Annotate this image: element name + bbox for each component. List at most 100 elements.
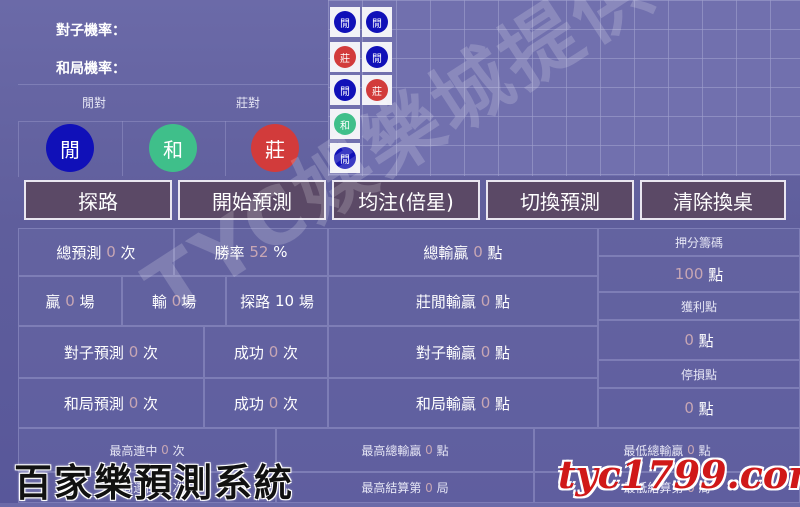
pair-predict-label: 對子預測: [63, 343, 124, 362]
banker-marker: 莊: [334, 46, 356, 68]
player-button[interactable]: 閒: [46, 124, 94, 172]
pair-win-loss-label: 對子輸贏: [415, 343, 476, 362]
times-unit: 次: [120, 243, 136, 262]
switch-predict-button[interactable]: 切換預測: [486, 180, 634, 220]
banker-player-label: 莊閒輸贏: [415, 292, 476, 311]
clear-table-button[interactable]: 清除換桌: [640, 180, 786, 220]
take-profit-label: 獲利點: [680, 299, 717, 314]
player-pair-label: 閒對: [82, 96, 107, 110]
times-unit: 次: [283, 394, 299, 413]
grid-cell: 閒: [330, 7, 360, 37]
times-unit: 次: [283, 343, 299, 362]
app-title: 百家樂預測系統: [14, 460, 295, 505]
take-profit-label-cell: 獲利點: [598, 292, 800, 320]
times-unit: 次: [143, 394, 159, 413]
grid-cell: 莊: [330, 42, 360, 72]
stop-loss-value-cell[interactable]: 0 點: [598, 388, 800, 428]
take-profit-value[interactable]: 0: [684, 331, 694, 349]
total-win-loss-value: 0: [473, 243, 483, 261]
bet-chips-value[interactable]: 100: [675, 265, 704, 283]
total-win-loss-cell: 總輸贏 0 點: [328, 228, 598, 276]
max-total-win-label: 最高總輸贏: [361, 443, 422, 458]
tie-predict-value: 0: [128, 394, 139, 412]
total-predict-value: 0: [106, 243, 116, 261]
bet-chips-label: 押分籌碼: [674, 235, 723, 250]
banker-player-cell: 莊閒輸贏 0 點: [328, 276, 598, 326]
max-total-win-cell: 最高總輸贏 0 點: [276, 428, 534, 472]
bet-chips-value-cell[interactable]: 100 點: [598, 256, 800, 292]
tie-win-loss-value: 0: [480, 394, 491, 412]
tie-marker: 和: [334, 113, 356, 135]
tie-win-loss-cell: 和局輸贏 0 點: [328, 378, 598, 428]
max-settle-label: 最高結算第: [361, 481, 422, 495]
player-marker: 閒: [334, 11, 356, 33]
start-predict-button[interactable]: 開始預測: [178, 180, 326, 220]
tie-predict-label: 和局預測: [63, 394, 124, 413]
points-unit: 點: [495, 343, 511, 362]
max-total-win-value: 0: [425, 443, 433, 457]
bet-chips-label-cell: 押分籌碼: [598, 228, 800, 256]
points-unit: 點: [495, 292, 511, 311]
total-predict-label: 總預測: [56, 243, 102, 262]
lose-label: 輸: [151, 292, 167, 311]
circle-divider-2: [225, 121, 226, 176]
pair-success-value: 0: [268, 343, 279, 361]
pair-predict-value: 0: [128, 343, 139, 361]
win-rate-value: 52: [249, 243, 269, 261]
times-unit: 次: [143, 343, 159, 362]
pair-predict-cell: 對子預測 0 次: [18, 326, 204, 378]
banker-button[interactable]: 莊: [251, 124, 299, 172]
points-unit: 點: [487, 243, 503, 262]
win-label: 贏: [45, 292, 61, 311]
grid-cell: 和: [330, 109, 360, 139]
max-total-win-unit: 點: [436, 443, 449, 458]
explore-button[interactable]: 探路: [24, 180, 172, 220]
max-settle-unit: 局: [436, 481, 449, 495]
tie-win-loss-label: 和局輸贏: [415, 394, 476, 413]
lose-value: 0: [171, 292, 182, 310]
road-grid: 閒 閒 莊 閒 閒 莊 和 閒: [328, 0, 800, 176]
banker-marker: 莊: [366, 79, 388, 101]
total-predict-cell: 總預測 0 次: [18, 228, 174, 276]
points-unit: 點: [698, 331, 714, 350]
player-marker: 閒: [334, 79, 356, 101]
lose-cell: 輸 0場: [122, 276, 226, 326]
pair-divider: [18, 84, 328, 85]
circle-divider-1: [122, 121, 123, 176]
explore-value: 10: [274, 292, 295, 310]
banker-player-value: 0: [480, 292, 491, 310]
tie-button[interactable]: 和: [149, 124, 197, 172]
grid-cell: 閒: [362, 7, 392, 37]
win-value: 0: [65, 292, 75, 310]
pair-win-loss-cell: 對子輸贏 0 點: [328, 326, 598, 378]
grid-cell: 閒: [362, 42, 392, 72]
flat-bet-button[interactable]: 均注(倍星): [332, 180, 480, 220]
games-unit: 場: [298, 292, 314, 311]
player-marker: 閒: [366, 11, 388, 33]
pair-rate-label: 對子機率：: [56, 23, 126, 39]
total-win-loss-label: 總輸贏: [423, 243, 469, 262]
points-unit: 點: [708, 265, 724, 284]
tie-success-value: 0: [268, 394, 279, 412]
grid-cell: 閒: [330, 75, 360, 105]
stop-loss-label-cell: 停損點: [598, 360, 800, 388]
tie-success-label: 成功: [233, 394, 264, 413]
tie-success-cell: 成功 0 次: [204, 378, 328, 428]
site-url: tyc1799.com: [558, 452, 800, 497]
pair-success-label: 成功: [233, 343, 264, 362]
pair-success-cell: 成功 0 次: [204, 326, 328, 378]
take-profit-value-cell[interactable]: 0 點: [598, 320, 800, 360]
win-rate-label: 勝率: [214, 243, 245, 262]
win-rate-cell: 勝率 52 %: [174, 228, 328, 276]
stop-loss-value[interactable]: 0: [684, 399, 694, 417]
max-settle-cell: 最高結算第 0 局: [276, 472, 534, 503]
stop-loss-label: 停損點: [680, 367, 717, 382]
explore-count-cell: 探路 10 場: [226, 276, 328, 326]
points-unit: 點: [698, 399, 714, 418]
player-marker: 閒: [334, 147, 356, 169]
games-unit: 場: [79, 292, 95, 311]
percent-sign: %: [273, 243, 288, 261]
player-marker: 閒: [366, 46, 388, 68]
grid-cell: 閒: [330, 143, 360, 173]
tie-predict-cell: 和局預測 0 次: [18, 378, 204, 428]
